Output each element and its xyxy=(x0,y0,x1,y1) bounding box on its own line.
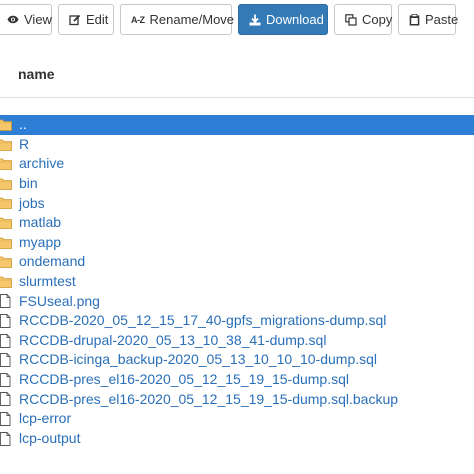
file-name-link[interactable]: RCCDB-pres_el16-2020_05_12_15_19_15-dump… xyxy=(19,390,398,409)
file-row[interactable]: RCCDB-drupal-2020_05_13_10_38_41-dump.sq… xyxy=(0,331,474,351)
name-column-header[interactable]: name xyxy=(0,52,474,98)
copy-icon xyxy=(345,13,357,26)
file-row[interactable]: lcp-error xyxy=(0,409,474,429)
file-row[interactable]: RCCDB-pres_el16-2020_05_12_15_19_15-dump… xyxy=(0,389,474,409)
folder-row[interactable]: R xyxy=(0,135,474,155)
file-name-link[interactable]: RCCDB-pres_el16-2020_05_12_15_19_15-dump… xyxy=(19,370,349,389)
file-browser: View Edit A-Z Rename/Move Download Copy … xyxy=(0,0,474,474)
folder-icon xyxy=(0,236,13,250)
file-row[interactable]: RCCDB-pres_el16-2020_05_12_15_19_15-dump… xyxy=(0,370,474,390)
folder-icon xyxy=(0,138,13,152)
edit-button[interactable]: Edit xyxy=(58,4,114,35)
file-icon xyxy=(0,333,13,348)
folder-icon xyxy=(0,196,13,210)
file-toolbar: View Edit A-Z Rename/Move Download Copy … xyxy=(0,4,459,35)
file-name-link[interactable]: lcp-error xyxy=(19,409,71,428)
folder-name-link[interactable]: slurmtest xyxy=(19,272,76,291)
paste-button-label: Paste xyxy=(425,12,459,27)
file-row[interactable]: RCCDB-icinga_backup-2020_05_13_10_10_10-… xyxy=(0,350,474,370)
folder-icon xyxy=(0,255,13,269)
rename-move-button[interactable]: A-Z Rename/Move xyxy=(120,4,235,35)
download-button-label: Download xyxy=(266,12,324,27)
name-column-label: name xyxy=(18,66,55,82)
folder-icon xyxy=(0,177,13,191)
file-row[interactable]: RCCDB-2020_05_12_15_17_40-gpfs_migration… xyxy=(0,311,474,331)
file-row[interactable]: lcp-output xyxy=(0,429,474,449)
folder-name-link[interactable]: bin xyxy=(19,174,38,193)
download-icon xyxy=(249,14,261,26)
folder-icon xyxy=(0,275,13,289)
file-icon xyxy=(0,372,13,387)
file-name-link[interactable]: FSUseal.png xyxy=(19,292,100,311)
folder-row[interactable]: .. xyxy=(0,115,474,135)
sort-alpha-icon: A-Z xyxy=(131,14,145,25)
file-name-link[interactable]: RCCDB-drupal-2020_05_13_10_38_41-dump.sq… xyxy=(19,331,326,350)
paste-button[interactable]: Paste xyxy=(398,4,459,35)
folder-row[interactable]: ondemand xyxy=(0,252,474,272)
file-list: .. Rarchive bin jobs matlab myapp ondemand slur… xyxy=(0,115,474,448)
rename-move-button-label: Rename/Move xyxy=(149,12,235,27)
file-icon xyxy=(0,431,13,446)
folder-row[interactable]: bin xyxy=(0,174,474,194)
file-name-link[interactable]: RCCDB-2020_05_12_15_17_40-gpfs_migration… xyxy=(19,311,386,330)
folder-name-link[interactable]: .. xyxy=(19,115,27,134)
clipboard-icon xyxy=(409,13,420,26)
folder-row[interactable]: matlab xyxy=(0,213,474,233)
folder-row[interactable]: slurmtest xyxy=(0,272,474,292)
copy-button-label: Copy xyxy=(362,12,393,27)
folder-row[interactable]: myapp xyxy=(0,233,474,253)
view-button-label: View xyxy=(24,12,52,27)
file-icon xyxy=(0,411,13,426)
folder-name-link[interactable]: archive xyxy=(19,154,64,173)
folder-name-link[interactable]: myapp xyxy=(19,233,61,252)
folder-row[interactable]: archive xyxy=(0,154,474,174)
file-name-link[interactable]: RCCDB-icinga_backup-2020_05_13_10_10_10-… xyxy=(19,350,377,369)
edit-icon xyxy=(69,14,81,26)
copy-button[interactable]: Copy xyxy=(334,4,392,35)
eye-icon xyxy=(7,14,19,26)
folder-name-link[interactable]: R xyxy=(19,135,29,154)
file-icon xyxy=(0,294,13,309)
folder-row[interactable]: jobs xyxy=(0,193,474,213)
folder-name-link[interactable]: jobs xyxy=(19,194,45,213)
file-icon xyxy=(0,313,13,328)
folder-name-link[interactable]: matlab xyxy=(19,213,61,232)
folder-icon xyxy=(0,216,13,230)
file-icon xyxy=(0,353,13,368)
file-name-link[interactable]: lcp-output xyxy=(19,429,80,448)
edit-button-label: Edit xyxy=(86,12,109,27)
view-button[interactable]: View xyxy=(0,4,52,35)
folder-icon xyxy=(0,118,13,132)
download-button[interactable]: Download xyxy=(238,4,328,35)
file-icon xyxy=(0,392,13,407)
folder-icon xyxy=(0,157,13,171)
file-row[interactable]: FSUseal.png xyxy=(0,291,474,311)
folder-name-link[interactable]: ondemand xyxy=(19,252,85,271)
